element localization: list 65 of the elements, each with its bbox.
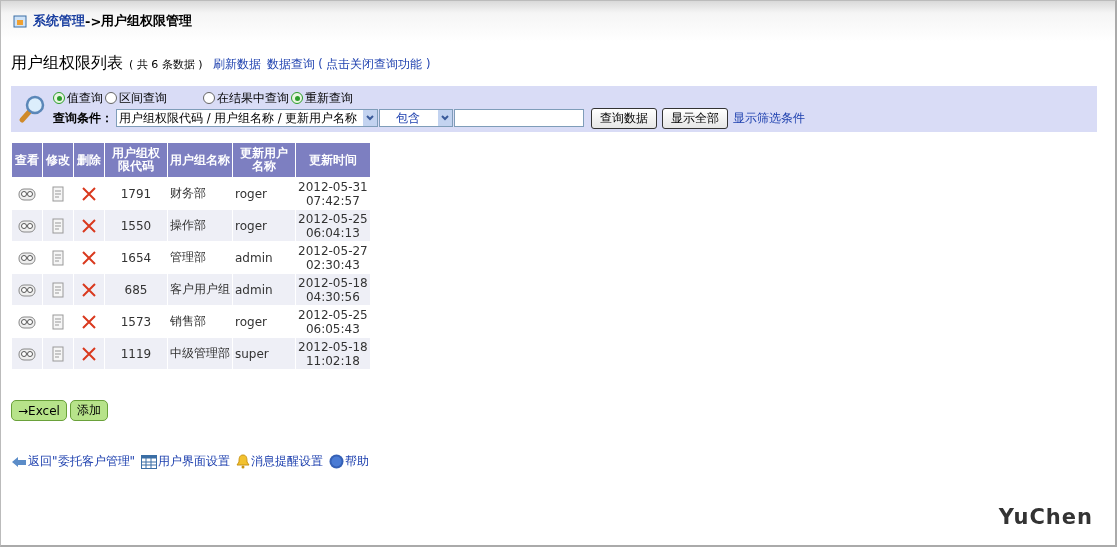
delete-icon[interactable]: [81, 217, 97, 234]
table-icon: [141, 454, 158, 469]
field-select[interactable]: 用户组权限代码 / 用户组名称 / 更新用户名称: [116, 109, 378, 127]
table-cell: 2012-05-18 04:30:56: [295, 273, 371, 306]
operator-select[interactable]: 包含: [379, 109, 453, 127]
page-title: 用户组权限列表: [11, 53, 123, 74]
breadcrumb-link[interactable]: 系统管理: [33, 12, 85, 30]
action-button[interactable]: →Excel: [11, 400, 67, 421]
record-count: ( 共 6 条数据 ): [129, 57, 203, 72]
footer-link[interactable]: 返回"委托客户管理": [11, 453, 136, 470]
table-cell: 操作部: [167, 209, 233, 242]
view-icon[interactable]: [18, 250, 36, 265]
view-icon[interactable]: [18, 346, 36, 361]
logo: YuChen: [998, 505, 1093, 529]
condition-label: 查询条件：: [53, 109, 113, 127]
action-button[interactable]: 添加: [69, 400, 108, 421]
query-button[interactable]: 查询数据: [591, 107, 657, 129]
radio-button[interactable]: [53, 92, 65, 104]
table-cell: 客户用户组: [167, 273, 233, 306]
view-icon[interactable]: [18, 186, 36, 201]
table-cell: 2012-05-18 11:02:18: [295, 337, 371, 370]
radio-button[interactable]: [291, 92, 303, 104]
radio-label[interactable]: 重新查询: [305, 89, 353, 107]
filter-link[interactable]: 显示筛选条件: [733, 110, 805, 126]
window-icon: [13, 14, 27, 28]
table-cell: 中级管理部: [167, 337, 233, 370]
footer-link[interactable]: 帮助: [329, 453, 370, 470]
bell-icon: [236, 454, 251, 469]
search-icon: [17, 94, 47, 124]
column-header: 查看: [11, 142, 43, 178]
table-cell: 2012-05-25 06:04:13: [295, 209, 371, 242]
column-header: 更新时间: [295, 142, 371, 178]
column-header: 更新用户名称: [232, 142, 296, 178]
table-cell: 1550: [104, 209, 168, 242]
delete-icon[interactable]: [81, 249, 97, 266]
breadcrumb-separator: ->: [85, 13, 102, 29]
radio-label[interactable]: 区间查询: [119, 89, 167, 107]
delete-icon[interactable]: [81, 281, 97, 298]
footer-link[interactable]: 消息提醒设置: [236, 453, 324, 470]
heading-link[interactable]: 刷新数据: [212, 57, 261, 72]
back-arrow-icon: [11, 455, 27, 468]
view-icon[interactable]: [18, 282, 36, 297]
footer-link[interactable]: 用户界面设置: [141, 453, 231, 470]
column-header: 用户组权限代码: [104, 142, 168, 178]
query-input[interactable]: [454, 109, 584, 127]
breadcrumb-current: 用户组权限管理: [101, 12, 193, 30]
table-cell: super: [232, 337, 296, 370]
view-icon[interactable]: [18, 218, 36, 233]
column-header: 用户组名称: [167, 142, 233, 178]
table-cell: 1119: [104, 337, 168, 370]
query-button[interactable]: 显示全部: [662, 107, 728, 129]
radio-button[interactable]: [105, 92, 117, 104]
table-cell: 685: [104, 273, 168, 306]
radio-label[interactable]: 在结果中查询: [217, 89, 289, 107]
table-cell: roger: [232, 209, 296, 242]
delete-icon[interactable]: [81, 313, 97, 330]
table-cell: admin: [232, 273, 296, 306]
delete-icon[interactable]: [81, 185, 97, 202]
view-icon[interactable]: [18, 314, 36, 329]
heading-link[interactable]: 数据查询 ( 点击关闭查询功能 ): [266, 57, 431, 72]
column-header: 删除: [73, 142, 105, 178]
delete-icon[interactable]: [81, 345, 97, 362]
radio-label[interactable]: 值查询: [67, 89, 103, 107]
column-header: 修改: [42, 142, 74, 178]
radio-button[interactable]: [203, 92, 215, 104]
